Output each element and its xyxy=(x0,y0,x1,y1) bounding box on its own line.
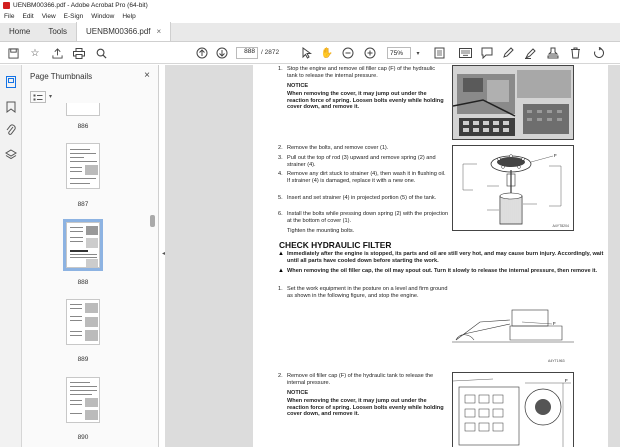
bookmark-star-icon[interactable]: ☆ xyxy=(28,46,42,60)
page-total: / 2872 xyxy=(261,49,280,56)
figure-excavator-posture: F xyxy=(452,290,574,366)
figure-strainer-diagram: F A4YT8204 xyxy=(452,145,574,231)
section-heading: CHECK HYDRAULIC FILTER xyxy=(279,240,392,250)
upload-icon[interactable] xyxy=(50,46,64,60)
rotate-icon[interactable] xyxy=(592,46,606,60)
svg-text:F: F xyxy=(565,378,568,383)
step-insert-strainer: Insert and set strainer (4) in projected… xyxy=(287,195,437,201)
notice-title: NOTICE xyxy=(287,83,309,89)
page-thumbnails-panel: Page Thumbnails × ▾ 886 887 888 889 890 xyxy=(22,65,159,447)
step-remove-filler-cap: Remove oil filler cap (F) of the hydraul… xyxy=(287,373,434,386)
thumbnail-label-887: 887 xyxy=(77,201,89,208)
highlight-icon[interactable] xyxy=(523,46,537,60)
warning-icon: ▲ xyxy=(278,251,284,257)
comment-icon[interactable] xyxy=(480,46,494,60)
notice-title: NOTICE xyxy=(287,390,309,396)
close-icon[interactable]: × xyxy=(144,70,150,81)
window-title: UENBM00366.pdf - Adobe Acrobat Pro (64-b… xyxy=(13,1,148,9)
thumbnails-scrollbar[interactable] xyxy=(150,215,155,227)
step-set-work-equipment: Set the work equipment in the posture on… xyxy=(287,286,448,299)
thumbnail-page-887[interactable] xyxy=(66,143,100,189)
chevron-down-icon[interactable]: ▾ xyxy=(411,46,425,60)
hand-tool-icon[interactable]: ✋ xyxy=(320,46,334,60)
document-viewport[interactable]: 1. Stop the engine and remove oil filler… xyxy=(165,65,620,447)
thumbnail-label-890: 890 xyxy=(77,434,89,441)
figure-hydraulic-tank-photo xyxy=(452,65,574,140)
menu-esign[interactable]: E-Sign xyxy=(64,13,84,20)
step-pull-rod: Pull out the top of rod (3) upward and r… xyxy=(287,155,436,168)
menu-window[interactable]: Window xyxy=(91,13,114,20)
thumbnail-page-890[interactable] xyxy=(66,377,100,423)
warning-hot-parts: Immediately after the engine is stopped,… xyxy=(287,251,604,264)
zoom-out-icon[interactable] xyxy=(341,46,355,60)
warning-oil-spout: When removing the oil filler cap, the oi… xyxy=(287,268,598,274)
zoom-level-input[interactable]: 75% xyxy=(387,47,411,59)
zoom-in-icon[interactable] xyxy=(363,46,377,60)
figure-hydraulic-filter-diagram: F xyxy=(452,372,574,447)
tab-tools[interactable]: Tools xyxy=(39,22,76,41)
tab-document[interactable]: UENBM00366.pdf × xyxy=(76,22,172,41)
menu-view[interactable]: View xyxy=(42,13,56,20)
thumbnail-page-889[interactable] xyxy=(66,299,100,345)
pen-icon[interactable] xyxy=(501,46,515,60)
fit-page-icon[interactable] xyxy=(432,46,446,60)
step-remove-bolts: Remove the bolts, and remove cover (1). xyxy=(287,145,389,151)
tab-home[interactable]: Home xyxy=(0,22,39,41)
keyboard-icon[interactable] xyxy=(458,46,472,60)
warning-icon: ▲ xyxy=(278,268,284,274)
search-icon[interactable] xyxy=(94,46,108,60)
page-up-icon[interactable] xyxy=(195,46,209,60)
thumbnail-page-886[interactable] xyxy=(66,103,100,116)
thumbnail-options-button[interactable] xyxy=(30,91,46,103)
notice-text: When removing the cover, it may jump out… xyxy=(287,398,444,418)
page-down-icon[interactable] xyxy=(215,46,229,60)
stamp-icon[interactable] xyxy=(546,46,560,60)
tab-bar: Home Tools UENBM00366.pdf × xyxy=(0,22,620,42)
toolbar: ☆ 888 / 2872 ✋ 75% ▾ xyxy=(0,42,620,64)
tab-document-label: UENBM00366.pdf xyxy=(86,27,151,36)
print-icon[interactable] xyxy=(72,46,86,60)
title-bar: UENBM00366.pdf - Adobe Acrobat Pro (64-b… xyxy=(0,0,620,10)
svg-text:F: F xyxy=(553,321,556,326)
step-install-bolts: Install the bolts while pressing down sp… xyxy=(287,211,449,224)
notice-text: When removing the cover, it may jump out… xyxy=(287,91,444,111)
menu-help[interactable]: Help xyxy=(122,13,135,20)
select-cursor-icon[interactable] xyxy=(300,46,314,60)
chevron-down-icon[interactable]: ▾ xyxy=(49,93,52,100)
thumbnail-label-889: 889 xyxy=(77,356,89,363)
thumbnail-label-888: 888 xyxy=(77,279,89,286)
page-number-input[interactable]: 888 xyxy=(236,47,258,59)
menu-file[interactable]: File xyxy=(4,13,14,20)
save-icon[interactable] xyxy=(6,46,20,60)
left-navigation-rail xyxy=(0,65,22,447)
menu-edit[interactable]: Edit xyxy=(22,13,33,20)
thumbnail-page-888[interactable] xyxy=(63,219,103,271)
zoom-level-value: 75% xyxy=(390,49,404,57)
step-clean-strainer: Remove any dirt stuck to strainer (4), t… xyxy=(287,171,446,184)
bookmarks-icon[interactable] xyxy=(4,100,18,114)
delete-icon[interactable] xyxy=(568,46,582,60)
page-thumbnails-icon[interactable] xyxy=(4,75,18,89)
menu-bar: File Edit View E-Sign Window Help xyxy=(0,11,620,22)
attachments-icon[interactable] xyxy=(4,123,18,137)
thumbnails-panel-title: Page Thumbnails xyxy=(30,72,93,81)
pdf-page: 1. Stop the engine and remove oil filler… xyxy=(253,65,608,447)
thumbnail-label-886: 886 xyxy=(77,123,89,130)
svg-text:F: F xyxy=(554,153,557,158)
acrobat-icon xyxy=(3,1,10,9)
step-tighten-bolts: Tighten the mounting bolts. xyxy=(287,228,355,234)
figure-code: A4YT1963 xyxy=(548,359,565,363)
close-tab-icon[interactable]: × xyxy=(157,27,162,36)
step-stop-engine: Stop the engine and remove oil filler ca… xyxy=(287,66,436,79)
figure-code: A4YT8204 xyxy=(552,224,569,228)
layers-icon[interactable] xyxy=(4,148,18,162)
